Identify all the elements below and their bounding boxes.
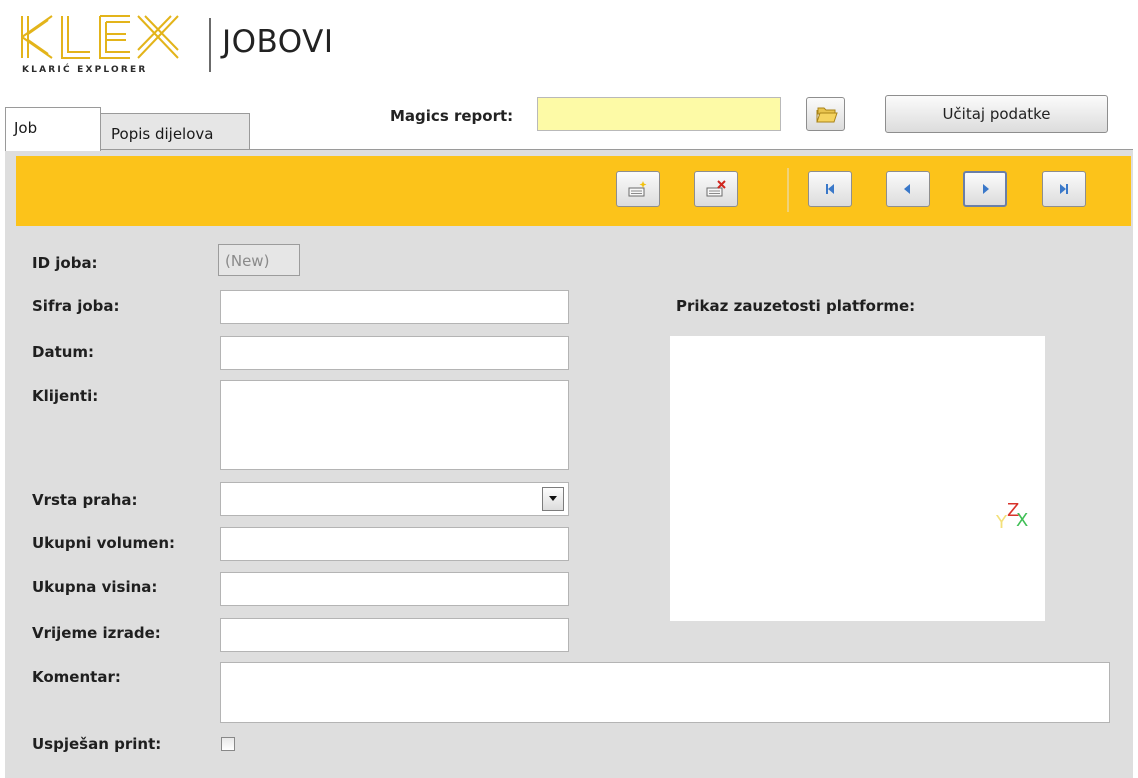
klex-logo [21, 15, 179, 59]
last-record-button[interactable] [1042, 171, 1086, 207]
magics-report-label: Magics report: [390, 107, 514, 125]
tab-job[interactable]: Job [5, 107, 101, 151]
ukupni-volumen-input[interactable] [220, 527, 569, 561]
vrijeme-izrade-input[interactable] [220, 618, 569, 652]
first-record-button[interactable] [808, 171, 852, 207]
browse-folder-button[interactable] [806, 97, 845, 131]
previous-record-icon [904, 184, 910, 194]
datum-label: Datum: [32, 343, 95, 361]
klijenti-label: Klijenti: [32, 387, 99, 405]
vrsta-praha-dropdown-button[interactable] [542, 487, 564, 511]
ukupna-visina-input[interactable] [220, 572, 569, 606]
ukupna-visina-label: Ukupna visina: [32, 578, 158, 596]
load-data-button[interactable]: Učitaj podatke [885, 95, 1108, 133]
axis-x-label: X [1016, 510, 1029, 531]
previous-record-button[interactable] [886, 171, 930, 207]
title-separator [209, 18, 211, 72]
page-title: JOBOVI [222, 24, 334, 60]
uspjesan-print-checkbox[interactable] [221, 737, 235, 751]
next-record-icon [983, 184, 989, 194]
komentar-input[interactable] [220, 662, 1110, 723]
platform-occupancy-view[interactable]: Y Z X [670, 336, 1045, 621]
uspjesan-print-label: Uspješan print: [32, 735, 162, 753]
tab-popis-dijelova[interactable]: Popis dijelova [97, 113, 250, 153]
axis-y-label: Y [996, 512, 1007, 533]
platform-occupancy-label: Prikaz zauzetosti platforme: [676, 297, 916, 315]
vrsta-praha-label: Vrsta praha: [32, 491, 138, 509]
klijenti-input[interactable] [220, 380, 569, 470]
first-record-icon [826, 184, 834, 194]
sifra-joba-input[interactable] [220, 290, 569, 324]
last-record-icon [1060, 184, 1068, 194]
logo-subtitle: KLARIĆ EXPLORER [22, 65, 148, 75]
folder-open-icon [816, 107, 838, 123]
magics-report-input[interactable] [537, 97, 781, 131]
vrsta-praha-select[interactable] [220, 482, 569, 516]
new-record-icon [628, 181, 647, 197]
komentar-label: Komentar: [32, 668, 121, 686]
id-joba-label: ID joba: [32, 254, 98, 272]
next-record-button[interactable] [963, 171, 1007, 207]
delete-record-button[interactable] [694, 171, 738, 207]
sifra-joba-label: Sifra joba: [32, 297, 120, 315]
delete-record-icon [706, 180, 726, 197]
vrijeme-izrade-label: Vrijeme izrade: [32, 624, 161, 642]
ukupni-volumen-label: Ukupni volumen: [32, 534, 175, 552]
chevron-down-icon [549, 496, 557, 501]
new-record-button[interactable] [616, 171, 660, 207]
toolbar-separator [787, 168, 789, 212]
datum-input[interactable] [220, 336, 569, 370]
id-joba-value: (New) [218, 244, 300, 276]
